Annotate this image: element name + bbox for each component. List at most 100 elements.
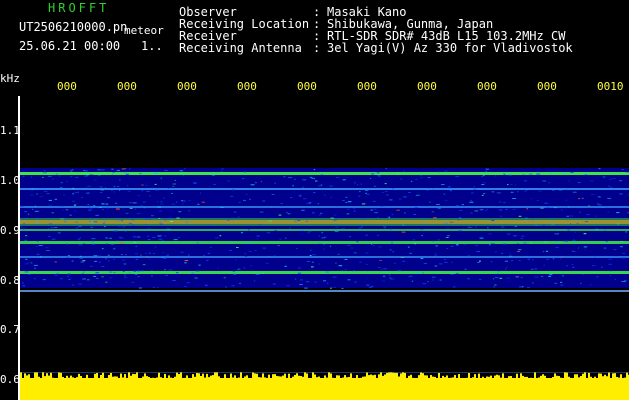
noise-speckle-dot (45, 247, 49, 249)
strip-spike (486, 376, 488, 382)
strip-spike (312, 372, 314, 382)
noise-speckle-dot (125, 168, 127, 170)
noise-speckle-dot (338, 265, 343, 267)
noise-speckle-dot (87, 279, 90, 281)
strip-spike (310, 379, 312, 382)
noise-speckle-dot (54, 198, 58, 200)
noise-speckle-dot (411, 280, 414, 282)
noise-speckle-dot (605, 241, 608, 243)
noise-speckle-dot (292, 185, 294, 187)
noise-speckle-dot (58, 175, 61, 177)
noise-speckle-dot (225, 286, 227, 288)
noise-speckle-dot (577, 182, 581, 184)
strip-spike (426, 375, 428, 382)
noise-speckle-dot (42, 279, 46, 281)
noise-speckle-dot (399, 198, 402, 200)
noise-speckle-dot (226, 219, 230, 221)
noise-speckle-dot (530, 198, 533, 200)
noise-speckle-dot (200, 192, 201, 194)
noise-speckle-dot (86, 174, 89, 176)
noise-speckle-dot (365, 252, 369, 254)
noise-speckle-dot (176, 217, 180, 219)
noise-speckle-dot (203, 255, 205, 256)
noise-speckle-dot (37, 241, 39, 243)
noise-speckle-dot (311, 266, 314, 268)
noise-speckle-dot (445, 237, 449, 238)
strip-spike (236, 378, 238, 382)
noise-speckle-dot (337, 253, 340, 255)
noise-speckle-dot (73, 204, 77, 206)
strip-spike (62, 376, 64, 382)
signal-band (20, 290, 629, 292)
noise-speckle-dot (378, 246, 382, 248)
noise-speckle-dot (429, 201, 431, 203)
noise-speckle-dot (232, 270, 236, 272)
noise-speckle-dot (350, 247, 354, 249)
noise-speckle-dot (390, 278, 395, 280)
strip-spike (346, 377, 348, 382)
noise-speckle-dot (534, 276, 539, 278)
strip-spike (518, 378, 520, 382)
noise-speckle-dot (185, 221, 189, 223)
noise-speckle-dot (475, 226, 478, 228)
noise-speckle-dot (461, 204, 464, 206)
strip-spike (592, 378, 594, 382)
noise-speckle-dot (497, 273, 499, 275)
noise-speckle-dot (245, 193, 248, 195)
noise-speckle-dot (107, 197, 110, 199)
strip-spike (528, 379, 530, 382)
noise-speckle-dot (329, 185, 333, 187)
strip-spike (292, 376, 294, 382)
noise-speckle-dot (104, 187, 107, 189)
noise-speckle-dot (437, 207, 441, 209)
noise-speckle-dot (135, 259, 138, 260)
noise-speckle-dot (520, 238, 524, 240)
noise-speckle-dot (525, 189, 528, 191)
noise-speckle-dot (439, 279, 442, 281)
noise-speckle-dot (408, 275, 413, 277)
noise-speckle-dot (376, 234, 380, 236)
noise-speckle-dot (325, 271, 330, 273)
noise-speckle-dot (101, 169, 105, 171)
noise-speckle-dot (420, 174, 422, 176)
noise-speckle-dot (388, 217, 391, 219)
strip-spike (556, 375, 558, 382)
noise-speckle-dot (36, 245, 39, 247)
noise-speckle-dot (377, 175, 381, 177)
noise-speckle-dot (233, 211, 237, 213)
strip-spike (520, 373, 522, 382)
strip-spike (50, 372, 52, 382)
noise-speckle-dot (494, 284, 497, 286)
noise-speckle-dot (36, 222, 38, 224)
noise-speckle-dot (432, 188, 434, 190)
noise-speckle-dot (127, 185, 129, 187)
noise-speckle-dot (311, 261, 314, 263)
strip-spike (480, 379, 482, 382)
noise-speckle-dot (554, 282, 558, 284)
strip-spike (472, 377, 474, 382)
strip-spike (56, 379, 58, 382)
noise-speckle-dot (479, 208, 484, 210)
noise-band (20, 168, 629, 288)
noise-speckle-dot (34, 278, 36, 280)
strip-spike (230, 373, 232, 382)
noise-speckle-dot (164, 219, 167, 221)
noise-speckle-dot (164, 235, 166, 237)
noise-speckle-dot (534, 268, 538, 270)
noise-speckle-dot (51, 212, 54, 214)
noise-speckle-dot (136, 213, 141, 214)
noise-speckle-dot (615, 229, 617, 231)
noise-speckle-dot (362, 229, 364, 231)
noise-speckle-dot (74, 192, 79, 193)
noise-speckle-dot (508, 174, 512, 176)
noise-speckle-dot (290, 197, 293, 198)
noise-speckle-dot (30, 262, 33, 264)
noise-speckle-dot (31, 189, 33, 191)
noise-speckle-dot (320, 174, 323, 176)
noise-speckle-dot (389, 199, 393, 201)
noise-speckle-dot (235, 259, 237, 261)
noise-speckle-dot (204, 284, 208, 286)
noise-speckle-dot (69, 170, 73, 172)
strip-spike (72, 377, 74, 382)
strip-spike (198, 373, 200, 382)
